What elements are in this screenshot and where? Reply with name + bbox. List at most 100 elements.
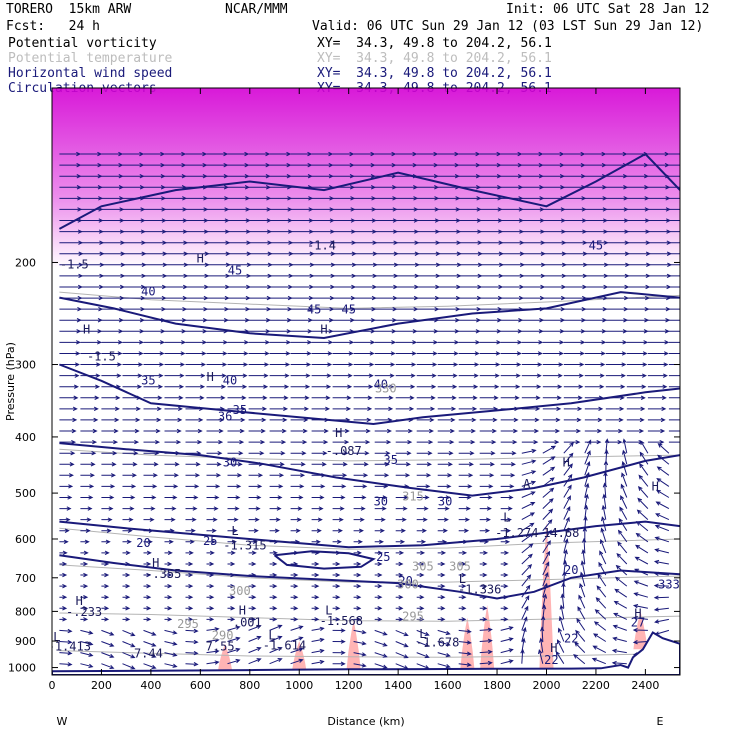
wind-vector [500, 637, 514, 642]
wind-vector [542, 373, 563, 378]
wind-vector [437, 439, 455, 445]
wind-vector [311, 517, 323, 522]
wind-vector [311, 462, 327, 467]
wind-vector [416, 406, 436, 412]
wind-vector [563, 329, 586, 334]
wind-vector [101, 428, 119, 434]
wind-vector [458, 362, 480, 367]
wind-vector [395, 629, 409, 637]
wind-vector [248, 384, 269, 389]
contour-label: -.355 [145, 567, 181, 581]
wind-vector [164, 462, 180, 467]
wind-vector [542, 340, 565, 345]
wind-vector [248, 295, 272, 301]
contour-label: 40 [141, 284, 155, 298]
wind-vector [332, 462, 348, 467]
wind-vector [374, 362, 396, 367]
wind-vector [626, 395, 646, 400]
wind-vector [143, 340, 165, 345]
wind-vector [59, 572, 68, 578]
wind-vector [479, 439, 497, 445]
wind-vector [248, 318, 271, 323]
wind-vector [80, 406, 99, 412]
wind-vector [122, 406, 141, 412]
wind-vector [416, 329, 439, 334]
wind-vector [206, 484, 221, 489]
wind-vector [164, 484, 179, 489]
wind-vector [143, 273, 168, 279]
wind-vector [143, 550, 152, 556]
wind-vector [332, 583, 341, 589]
wind-vector [521, 373, 542, 378]
wind-vector [573, 653, 586, 665]
wind-vector [332, 395, 352, 400]
wind-vector [80, 550, 89, 556]
wind-vector [647, 373, 668, 378]
wind-vector [353, 284, 378, 290]
wind-vector [290, 606, 299, 611]
wind-vector [353, 595, 362, 600]
wind-vector [521, 329, 544, 334]
wind-vector [164, 595, 173, 600]
wind-vector [416, 462, 432, 467]
wind-vector [164, 306, 188, 312]
wind-vector [248, 373, 269, 378]
wind-vector [542, 295, 566, 301]
wind-vector [80, 484, 95, 489]
wind-vector [500, 384, 521, 389]
contour-label: 35 [383, 453, 397, 467]
contour-label: 3336 [658, 577, 687, 591]
wind-vector [332, 639, 346, 644]
wind-vector [206, 295, 230, 301]
contour-label: 25 [203, 534, 217, 548]
wind-vector [458, 273, 483, 279]
wind-vector [332, 373, 353, 378]
wind-vector [458, 517, 470, 522]
wind-vector [143, 617, 152, 622]
wind-vector [269, 417, 288, 423]
wind-vector [500, 362, 522, 367]
wind-vector [122, 539, 132, 544]
wind-vector [227, 484, 242, 489]
wind-vector [479, 528, 491, 533]
wind-vector [668, 341, 680, 343]
wind-vector [542, 487, 555, 498]
wind-vector [458, 495, 472, 500]
wind-vector [374, 406, 394, 412]
wind-vector [479, 484, 494, 489]
wind-vector [332, 406, 352, 412]
wind-vector [605, 428, 624, 434]
wind-vector [416, 384, 437, 389]
wind-vector [59, 595, 68, 600]
wind-vector [206, 595, 215, 600]
wind-vector [633, 580, 649, 587]
wind-vector [395, 295, 419, 301]
wind-vector [605, 362, 627, 367]
contour-label: -1.5 [60, 258, 89, 272]
wind-vector [332, 318, 355, 323]
wind-vector [668, 375, 680, 377]
contour-label: 45 [341, 303, 355, 317]
cross-section-chart: -1.5 H4545 45454040 4035353030 3025252020L-1… [4, 87, 687, 728]
wind-vector [584, 318, 608, 323]
wind-vector [101, 572, 110, 578]
wind-vector [59, 318, 82, 323]
wind-vector [290, 450, 307, 456]
wind-vector [332, 384, 353, 389]
x-tick-label: 1200 [335, 679, 363, 692]
wind-vector [479, 318, 503, 323]
wind-vector [521, 563, 533, 576]
wind-vector [80, 273, 105, 279]
wind-vector [59, 340, 81, 345]
wind-vector [269, 561, 278, 567]
wind-vector [395, 428, 413, 434]
wind-vector [479, 351, 501, 356]
wind-vector [500, 439, 518, 445]
wind-vector [600, 527, 607, 542]
contour-label: -1.413 [48, 640, 91, 654]
wind-vector [521, 512, 535, 521]
wind-vector [653, 595, 669, 600]
wind-vector [206, 550, 215, 556]
wind-vector [248, 439, 266, 445]
wind-vector [500, 329, 523, 334]
